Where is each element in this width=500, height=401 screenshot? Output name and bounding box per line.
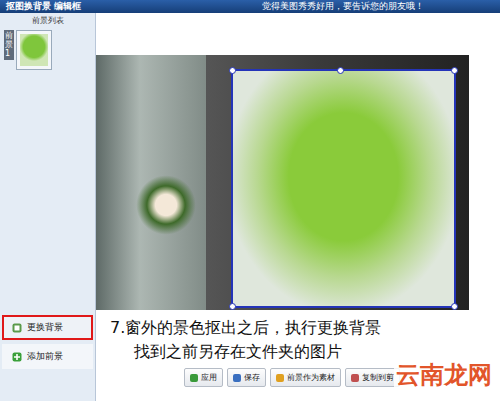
watermark: 云南龙网 (394, 359, 494, 391)
sidebar-button[interactable]: 更换背景 (2, 315, 93, 340)
button-icon (276, 374, 284, 382)
button-icon (233, 374, 241, 382)
title-bar: 抠图换背景 编辑框 觉得美图秀秀好用，要告诉您的朋友哦！ (0, 0, 500, 13)
annotation-text: 7.窗外的景色抠出之后，执行更换背景找到之前另存在文件夹的图片 (96, 310, 500, 364)
button-icon (351, 374, 359, 382)
sidebar: 前景列表前景1 更换背景添加前景 (0, 13, 96, 401)
annotation-line: 7.窗外的景色抠出之后，执行更换背景 (96, 316, 500, 340)
editor-window: 抠图换背景 编辑框 觉得美图秀秀好用，要告诉您的朋友哦！ 前景列表前景1 更换背景添加… (0, 0, 500, 401)
foreground-item[interactable]: 前景1 (0, 28, 95, 72)
photo-canvas (96, 55, 469, 310)
action-button[interactable]: 保存 (227, 368, 266, 387)
button-icon (12, 352, 22, 362)
button-icon (12, 323, 22, 333)
button-icon (190, 374, 198, 382)
foreground-list-title: 前景列表 (0, 13, 95, 28)
sidebar-button[interactable]: 添加前景 (2, 344, 93, 369)
foreground-thumbnail (16, 30, 52, 70)
action-button[interactable]: 前景作为素材 (270, 368, 341, 387)
window-title: 抠图换背景 编辑框 (6, 0, 81, 13)
action-button[interactable]: 复制到剪 (345, 368, 400, 387)
slogan-text: 觉得美图秀秀好用，要告诉您的朋友哦！ (262, 0, 424, 13)
canvas-area: 7.窗外的景色抠出之后，执行更换背景找到之前另存在文件夹的图片应用保存前景作为素… (96, 13, 500, 401)
action-button[interactable]: 应用 (184, 368, 223, 387)
foreground-label: 前景1 (4, 30, 14, 60)
selection-box[interactable] (231, 69, 456, 308)
